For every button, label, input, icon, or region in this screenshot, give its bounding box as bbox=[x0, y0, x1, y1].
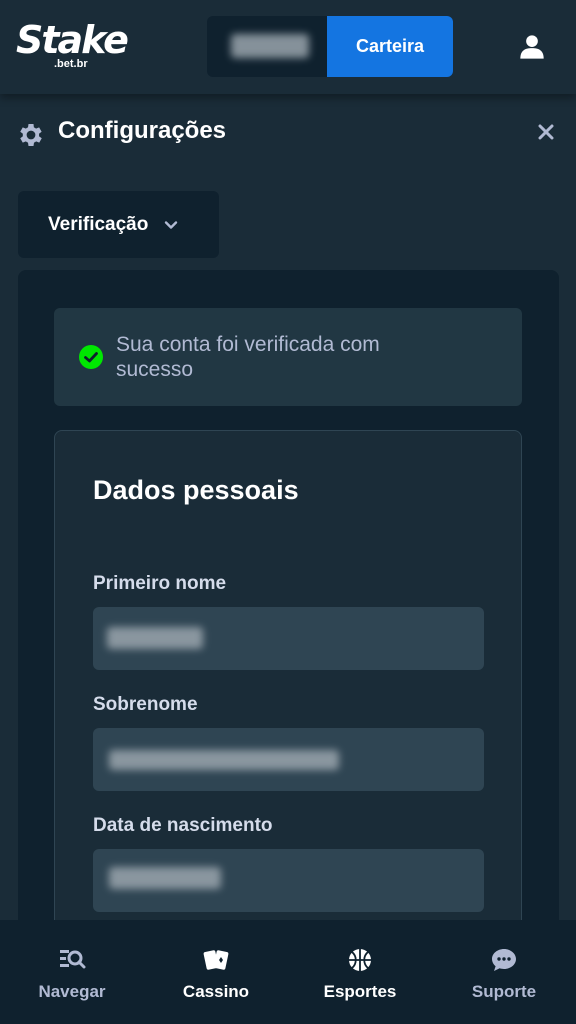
nav-label-navegar: Navegar bbox=[38, 982, 106, 1001]
birth-date-label: Data de nascimento bbox=[93, 815, 273, 836]
chat-icon bbox=[492, 949, 516, 971]
redacted-first-name bbox=[107, 627, 203, 649]
logo-domain: .bet.br bbox=[54, 58, 88, 70]
page-title: Configurações bbox=[58, 117, 227, 144]
redacted-birth-date bbox=[109, 867, 221, 889]
redacted-last-name bbox=[109, 750, 339, 770]
wallet-button[interactable]: Carteira bbox=[327, 16, 453, 77]
dropdown-label: Verificação bbox=[48, 213, 149, 235]
first-name-label: Primeiro nome bbox=[93, 573, 227, 594]
redacted-balance bbox=[231, 34, 309, 58]
nav-item-suporte[interactable]: Suporte bbox=[432, 920, 576, 1024]
nav-item-cassino[interactable]: Cassino bbox=[144, 920, 288, 1024]
cards-icon bbox=[203, 950, 229, 970]
birth-date-input[interactable] bbox=[93, 849, 484, 912]
balance-display[interactable] bbox=[207, 16, 327, 77]
wallet-group: Carteira bbox=[207, 16, 453, 77]
settings-header: Configurações bbox=[16, 112, 560, 156]
chevron-down-icon bbox=[165, 220, 178, 229]
card-title: Dados pessoais bbox=[93, 475, 299, 505]
browse-icon bbox=[60, 950, 86, 969]
stake-logo[interactable]: Stake .bet.br bbox=[16, 18, 129, 76]
basketball-icon bbox=[349, 949, 371, 971]
nav-label-suporte: Suporte bbox=[471, 982, 537, 1001]
close-icon[interactable] bbox=[536, 122, 556, 142]
nav-label-esportes: Esportes bbox=[323, 982, 397, 1001]
gear-icon bbox=[20, 124, 42, 146]
nav-label-cassino: Cassino bbox=[182, 982, 250, 1001]
nav-item-navegar[interactable]: Navegar bbox=[0, 920, 144, 1024]
alert-message: Sua conta foi verificada com sucesso bbox=[116, 333, 380, 381]
section-dropdown[interactable]: Verificação bbox=[18, 191, 219, 258]
check-circle-icon bbox=[79, 345, 103, 369]
user-icon[interactable] bbox=[518, 33, 546, 61]
bottom-nav: Navegar Cassino Esportes Suporte bbox=[0, 920, 576, 1024]
verification-panel: Sua conta foi verificada com sucesso Dad… bbox=[18, 270, 559, 970]
personal-data-card: Dados pessoais Primeiro nome Sobrenome D… bbox=[54, 430, 522, 950]
verified-alert: Sua conta foi verificada com sucesso bbox=[54, 308, 522, 406]
nav-item-esportes[interactable]: Esportes bbox=[288, 920, 432, 1024]
logo-text: Stake bbox=[16, 18, 129, 62]
last-name-input[interactable] bbox=[93, 728, 484, 791]
last-name-label: Sobrenome bbox=[93, 694, 198, 715]
first-name-input[interactable] bbox=[93, 607, 484, 670]
top-bar: Stake .bet.br Carteira bbox=[0, 0, 576, 94]
